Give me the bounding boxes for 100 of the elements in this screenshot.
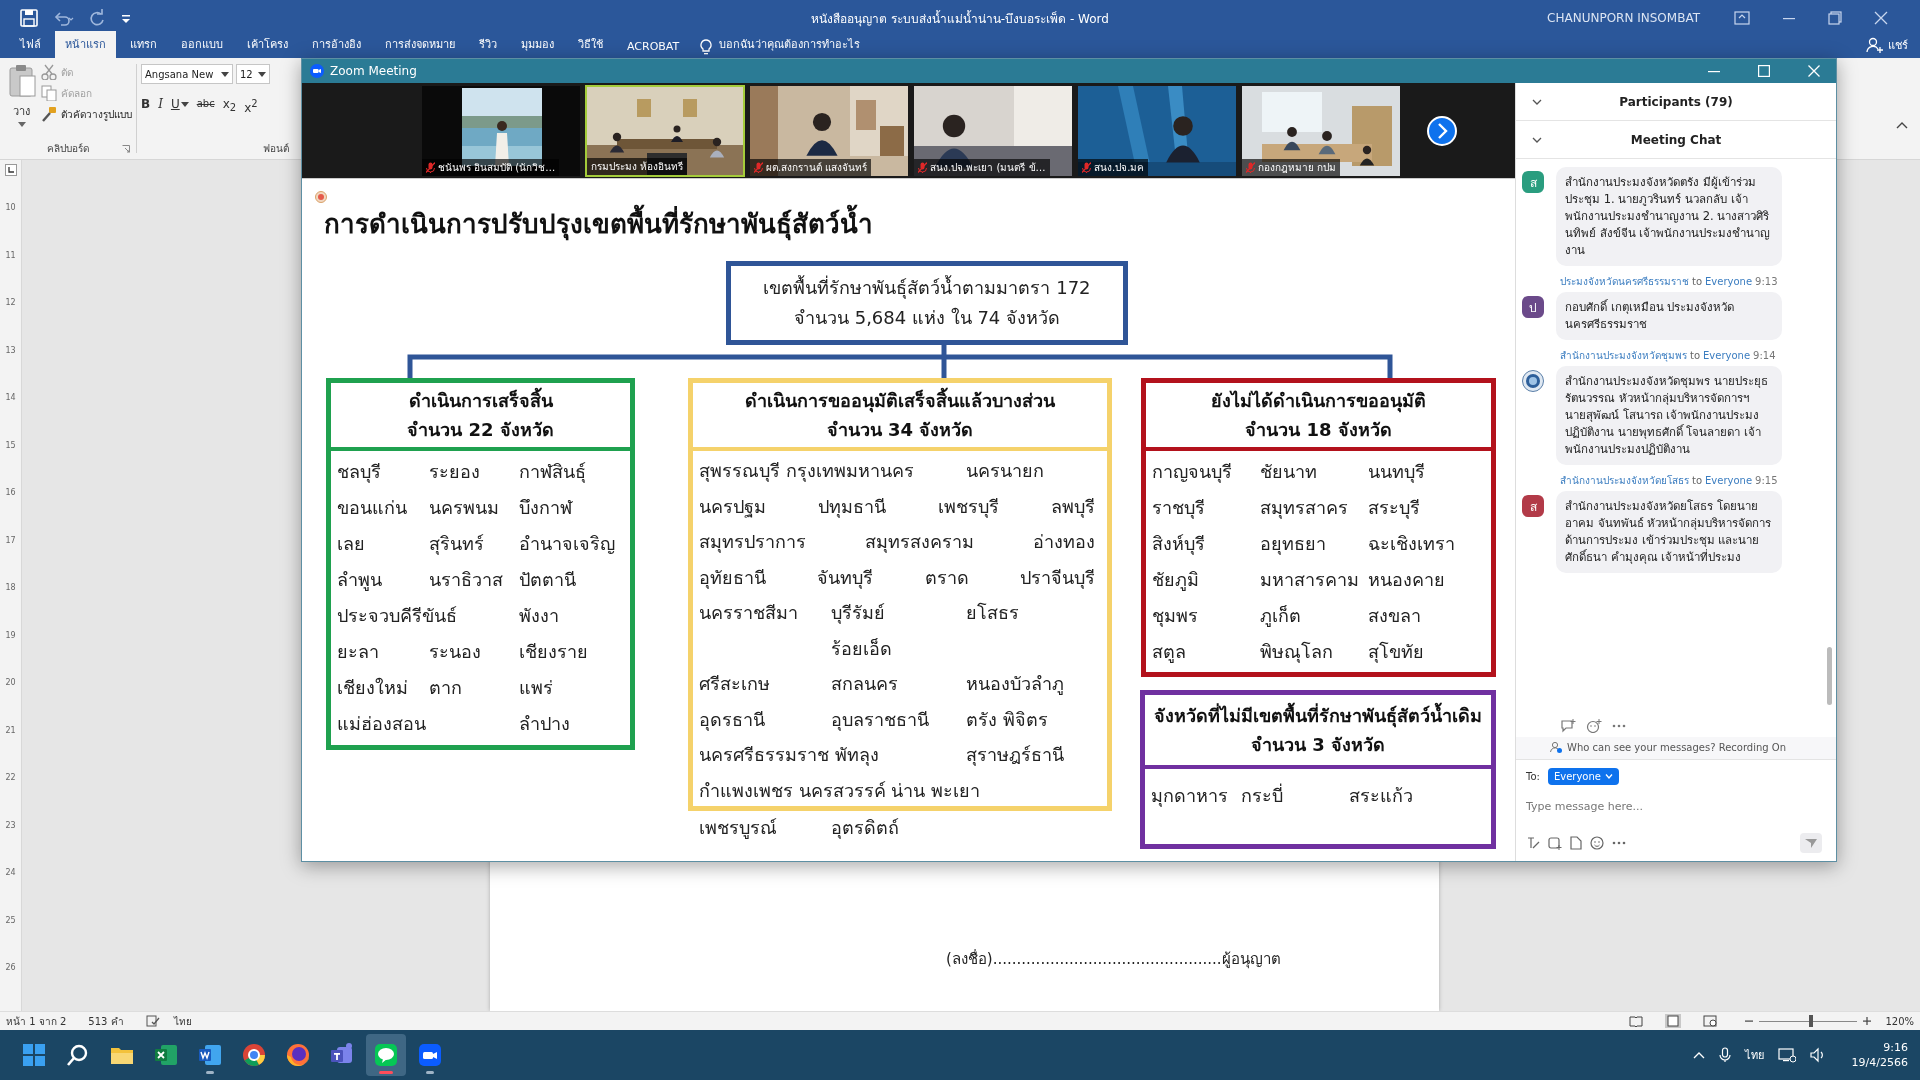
ruler-number: 19 bbox=[5, 629, 16, 642]
ribbon-display-icon[interactable] bbox=[1734, 11, 1750, 25]
proofing-icon[interactable] bbox=[145, 1015, 160, 1027]
speaker-icon[interactable] bbox=[1809, 1047, 1826, 1063]
zoom-slider-thumb[interactable] bbox=[1809, 1014, 1814, 1027]
video-tile[interactable]: กรมประมง ห้องอินทรี bbox=[585, 84, 745, 177]
sender-name[interactable]: สำนักงานประมงจังหวัดยโสธร bbox=[1560, 475, 1689, 486]
tell-me-field[interactable]: บอกฉันว่าคุณต้องการทำอะไร bbox=[713, 31, 867, 58]
close-icon[interactable] bbox=[1874, 11, 1888, 25]
read-mode-icon[interactable] bbox=[1629, 1015, 1644, 1027]
province-name: สุโขทัย bbox=[1368, 639, 1425, 665]
format-button[interactable]: I bbox=[158, 96, 163, 112]
format-button[interactable]: U bbox=[170, 96, 180, 112]
recipient-dropdown[interactable]: Everyone bbox=[1547, 768, 1619, 785]
ribbon-tab[interactable]: หน้าแรก bbox=[55, 31, 116, 58]
province-name: สมุทรสงคราม bbox=[865, 530, 974, 555]
input-language[interactable]: ไทย bbox=[1744, 1046, 1764, 1064]
tab-stop-icon[interactable] bbox=[4, 164, 17, 176]
paste-button[interactable]: วาง bbox=[4, 64, 39, 137]
dialog-launcher-icon[interactable] bbox=[122, 145, 130, 153]
caret-icon bbox=[258, 71, 266, 77]
avatar[interactable]: ส bbox=[1522, 495, 1544, 517]
emoji-icon[interactable] bbox=[1590, 836, 1604, 850]
restore-icon[interactable] bbox=[1828, 11, 1842, 25]
collapse-ribbon-icon[interactable] bbox=[1896, 121, 1908, 129]
word-count[interactable]: 513 คำ bbox=[88, 1013, 124, 1029]
format-button[interactable]: B bbox=[141, 96, 151, 112]
screenshot-icon[interactable] bbox=[1548, 836, 1562, 850]
sender-name[interactable]: ประมงจังหวัดนครศรีธรรมราช bbox=[1560, 276, 1689, 287]
ribbon-tab[interactable]: มุมมอง bbox=[511, 31, 564, 58]
video-tile[interactable]: สนง.ปจ.พะเยา (มนตรี ข้… bbox=[913, 84, 1073, 177]
format-button[interactable]: abc bbox=[196, 96, 215, 112]
maximize-icon[interactable] bbox=[1758, 65, 1770, 77]
format-text-icon[interactable] bbox=[1526, 836, 1540, 850]
scrollbar-thumb[interactable] bbox=[1827, 647, 1832, 705]
ribbon-tab[interactable]: วิธีใช้ bbox=[568, 31, 613, 58]
clock[interactable]: 9:16 19/4/2566 bbox=[1851, 1040, 1908, 1070]
province-name: ปทุมธานี bbox=[818, 494, 886, 520]
video-app-icon bbox=[417, 1042, 443, 1068]
next-page-button[interactable] bbox=[1427, 115, 1457, 146]
chat-header[interactable]: Meeting Chat bbox=[1516, 121, 1836, 159]
province-name: แม่ฮ่องสอน bbox=[337, 711, 427, 736]
caret-icon[interactable] bbox=[180, 102, 189, 107]
ribbon-tab[interactable]: ไฟล์ bbox=[10, 31, 51, 58]
video-tile[interactable]: สนง.ปจ.มค bbox=[1077, 84, 1237, 177]
show-hidden-icons-icon[interactable] bbox=[1692, 1051, 1705, 1059]
emblem-avatar-icon[interactable] bbox=[1522, 370, 1544, 392]
province-name: ขอนแก่น bbox=[337, 495, 408, 520]
province-name: อุบลราชธานี bbox=[831, 707, 930, 733]
camera-logo-icon bbox=[310, 64, 324, 78]
language-indicator[interactable]: ไทย bbox=[173, 1013, 192, 1029]
ribbon-tab[interactable]: การอ้างอิง bbox=[302, 31, 371, 58]
web-layout-icon[interactable] bbox=[1703, 1015, 1718, 1027]
chat-message: สำนักงานประมงจังหวัดยโสธร โดยนายอาคม จันทพันธ์ หัวหน้ากลุ่มบริหารจัดการด้านการประมง เข้าร่วมประชุม และนายศักดิ์ธนา คำมุงคุณ เจ้าหน้าที่ประมง bbox=[1556, 491, 1782, 573]
ribbon-tab[interactable]: ออกแบบ bbox=[171, 31, 233, 58]
province-name: บึงกาฬ bbox=[519, 495, 574, 520]
province-name: สุพรรณบุรี กรุงเทพมหานคร bbox=[699, 459, 915, 484]
more-icon[interactable] bbox=[1612, 724, 1626, 728]
zoom-level[interactable]: 120% bbox=[1885, 1015, 1914, 1027]
format-button[interactable]: x$^{2}$ bbox=[244, 96, 258, 116]
participants-header[interactable]: Participants (79) bbox=[1516, 83, 1836, 121]
spreadsheet-app-icon bbox=[153, 1042, 179, 1068]
ribbon-tab[interactable]: รีวิว bbox=[469, 31, 507, 58]
taskbar-button[interactable] bbox=[366, 1034, 406, 1076]
ribbon-tab[interactable]: ACROBAT bbox=[617, 36, 690, 58]
province-name: ชัยนาท bbox=[1260, 459, 1318, 484]
province-name: อยุทธยา bbox=[1260, 531, 1327, 557]
signature-line: (ลงชื่อ)................................................ผู้อนุญาต bbox=[946, 948, 1282, 971]
print-layout-icon[interactable] bbox=[1665, 1014, 1682, 1028]
redo-icon[interactable] bbox=[88, 9, 106, 27]
undo-icon[interactable] bbox=[52, 9, 74, 27]
ruler-number: 17 bbox=[5, 534, 16, 547]
document-app-icon bbox=[197, 1042, 223, 1068]
add-reaction-icon[interactable] bbox=[1586, 719, 1602, 733]
microphone-icon[interactable] bbox=[1718, 1047, 1731, 1063]
zoom-in-icon[interactable] bbox=[1863, 1017, 1872, 1025]
font-name-field[interactable]: Angsana New bbox=[141, 64, 233, 84]
ribbon-tab[interactable]: เค้าโครง bbox=[237, 31, 298, 58]
ribbon-tab[interactable]: การส่งจดหมาย bbox=[375, 31, 465, 58]
ribbon-button[interactable]: ตัวคัดวางรูปแบบ bbox=[41, 106, 132, 122]
format-button[interactable]: x$_{2}$ bbox=[222, 96, 237, 117]
video-tile[interactable]: ชนันพร อินสมบัติ (นักวิช… bbox=[421, 84, 581, 177]
ribbon-tab[interactable]: แทรก bbox=[120, 31, 167, 58]
province-name: เชียงราย bbox=[519, 639, 589, 664]
sender-name[interactable]: สำนักงานประมงจังหวัดชุมพร bbox=[1560, 350, 1687, 361]
video-tile[interactable]: ผต.สงกรานต์ แสงจันทร์ bbox=[749, 84, 909, 177]
network-icon[interactable] bbox=[1777, 1047, 1796, 1063]
font-size-field[interactable]: 12 bbox=[236, 64, 270, 84]
more-icon[interactable] bbox=[1612, 841, 1626, 845]
page-count[interactable]: หน้า 1 จาก 2 bbox=[6, 1013, 67, 1029]
chevron-down-icon bbox=[1532, 136, 1542, 143]
save-icon[interactable] bbox=[20, 9, 38, 27]
province-name: สมุทรปราการ bbox=[699, 530, 806, 555]
file-icon[interactable] bbox=[1570, 836, 1582, 850]
video-tile[interactable]: กองกฎหมาย กปม bbox=[1241, 84, 1401, 177]
send-button[interactable] bbox=[1800, 833, 1822, 853]
share-button[interactable]: แชร์ bbox=[1860, 33, 1920, 58]
province-name: สระแก้ว bbox=[1349, 783, 1414, 808]
avatar[interactable]: ป bbox=[1522, 296, 1544, 318]
add-reply-icon[interactable] bbox=[1560, 719, 1576, 733]
